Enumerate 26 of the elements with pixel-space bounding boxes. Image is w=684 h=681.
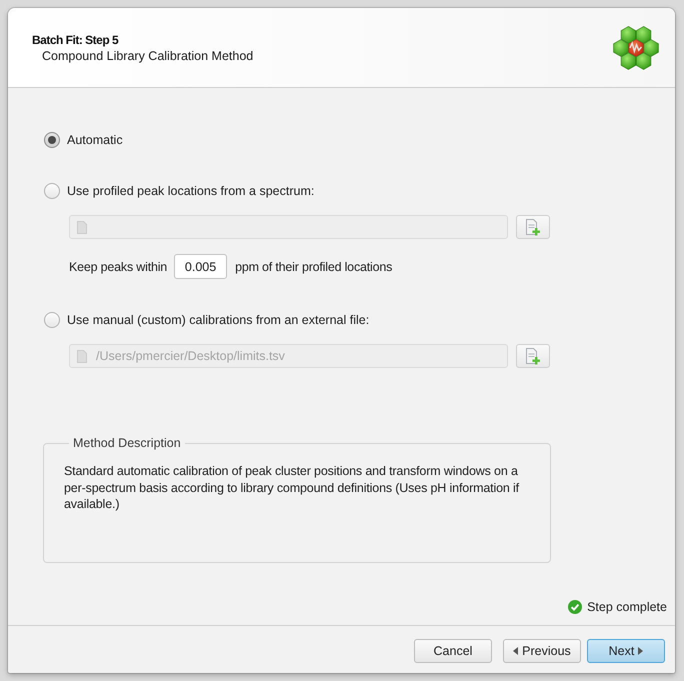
right-triangle-icon [638, 647, 644, 655]
radio-button[interactable] [44, 183, 60, 199]
cancel-button[interactable]: Cancel [414, 639, 492, 663]
tolerance-input[interactable]: 0.005 [174, 254, 228, 279]
step-title: Batch Fit: Step 5 [32, 32, 120, 46]
browse-button[interactable] [516, 215, 550, 239]
left-triangle-icon [513, 647, 518, 655]
option-label[interactable]: Use manual (custom) calibrations from an external file: [67, 313, 370, 327]
document-plus-icon [526, 348, 540, 364]
document-icon [77, 350, 87, 362]
document-plus-icon [526, 218, 540, 236]
next-button[interactable]: Next [587, 639, 665, 663]
tolerance-suffix: ppm of their profiled locations [235, 260, 392, 274]
description-text: Standard automatic calibration of peak cluster positions and transform windows on a per-spectrum basis according to library compound definitions (Uses pH information if available.) [64, 463, 520, 512]
panel-legend: Method Description [69, 436, 185, 451]
option-label[interactable]: Use profiled peak locations from a spectrum: [67, 184, 314, 198]
browse-button[interactable] [516, 344, 550, 368]
option-label[interactable]: Automatic [67, 133, 123, 147]
document-icon [77, 220, 87, 234]
radio-button[interactable] [44, 132, 60, 148]
hexagon-cluster-icon [613, 24, 659, 70]
radio-button[interactable] [44, 312, 60, 328]
step-subtitle: Compound Library Calibration Method [41, 48, 254, 62]
status-text: Step complete [587, 600, 667, 614]
previous-button[interactable]: Previous [503, 639, 581, 663]
tolerance-prefix: Keep peaks within [69, 260, 168, 274]
